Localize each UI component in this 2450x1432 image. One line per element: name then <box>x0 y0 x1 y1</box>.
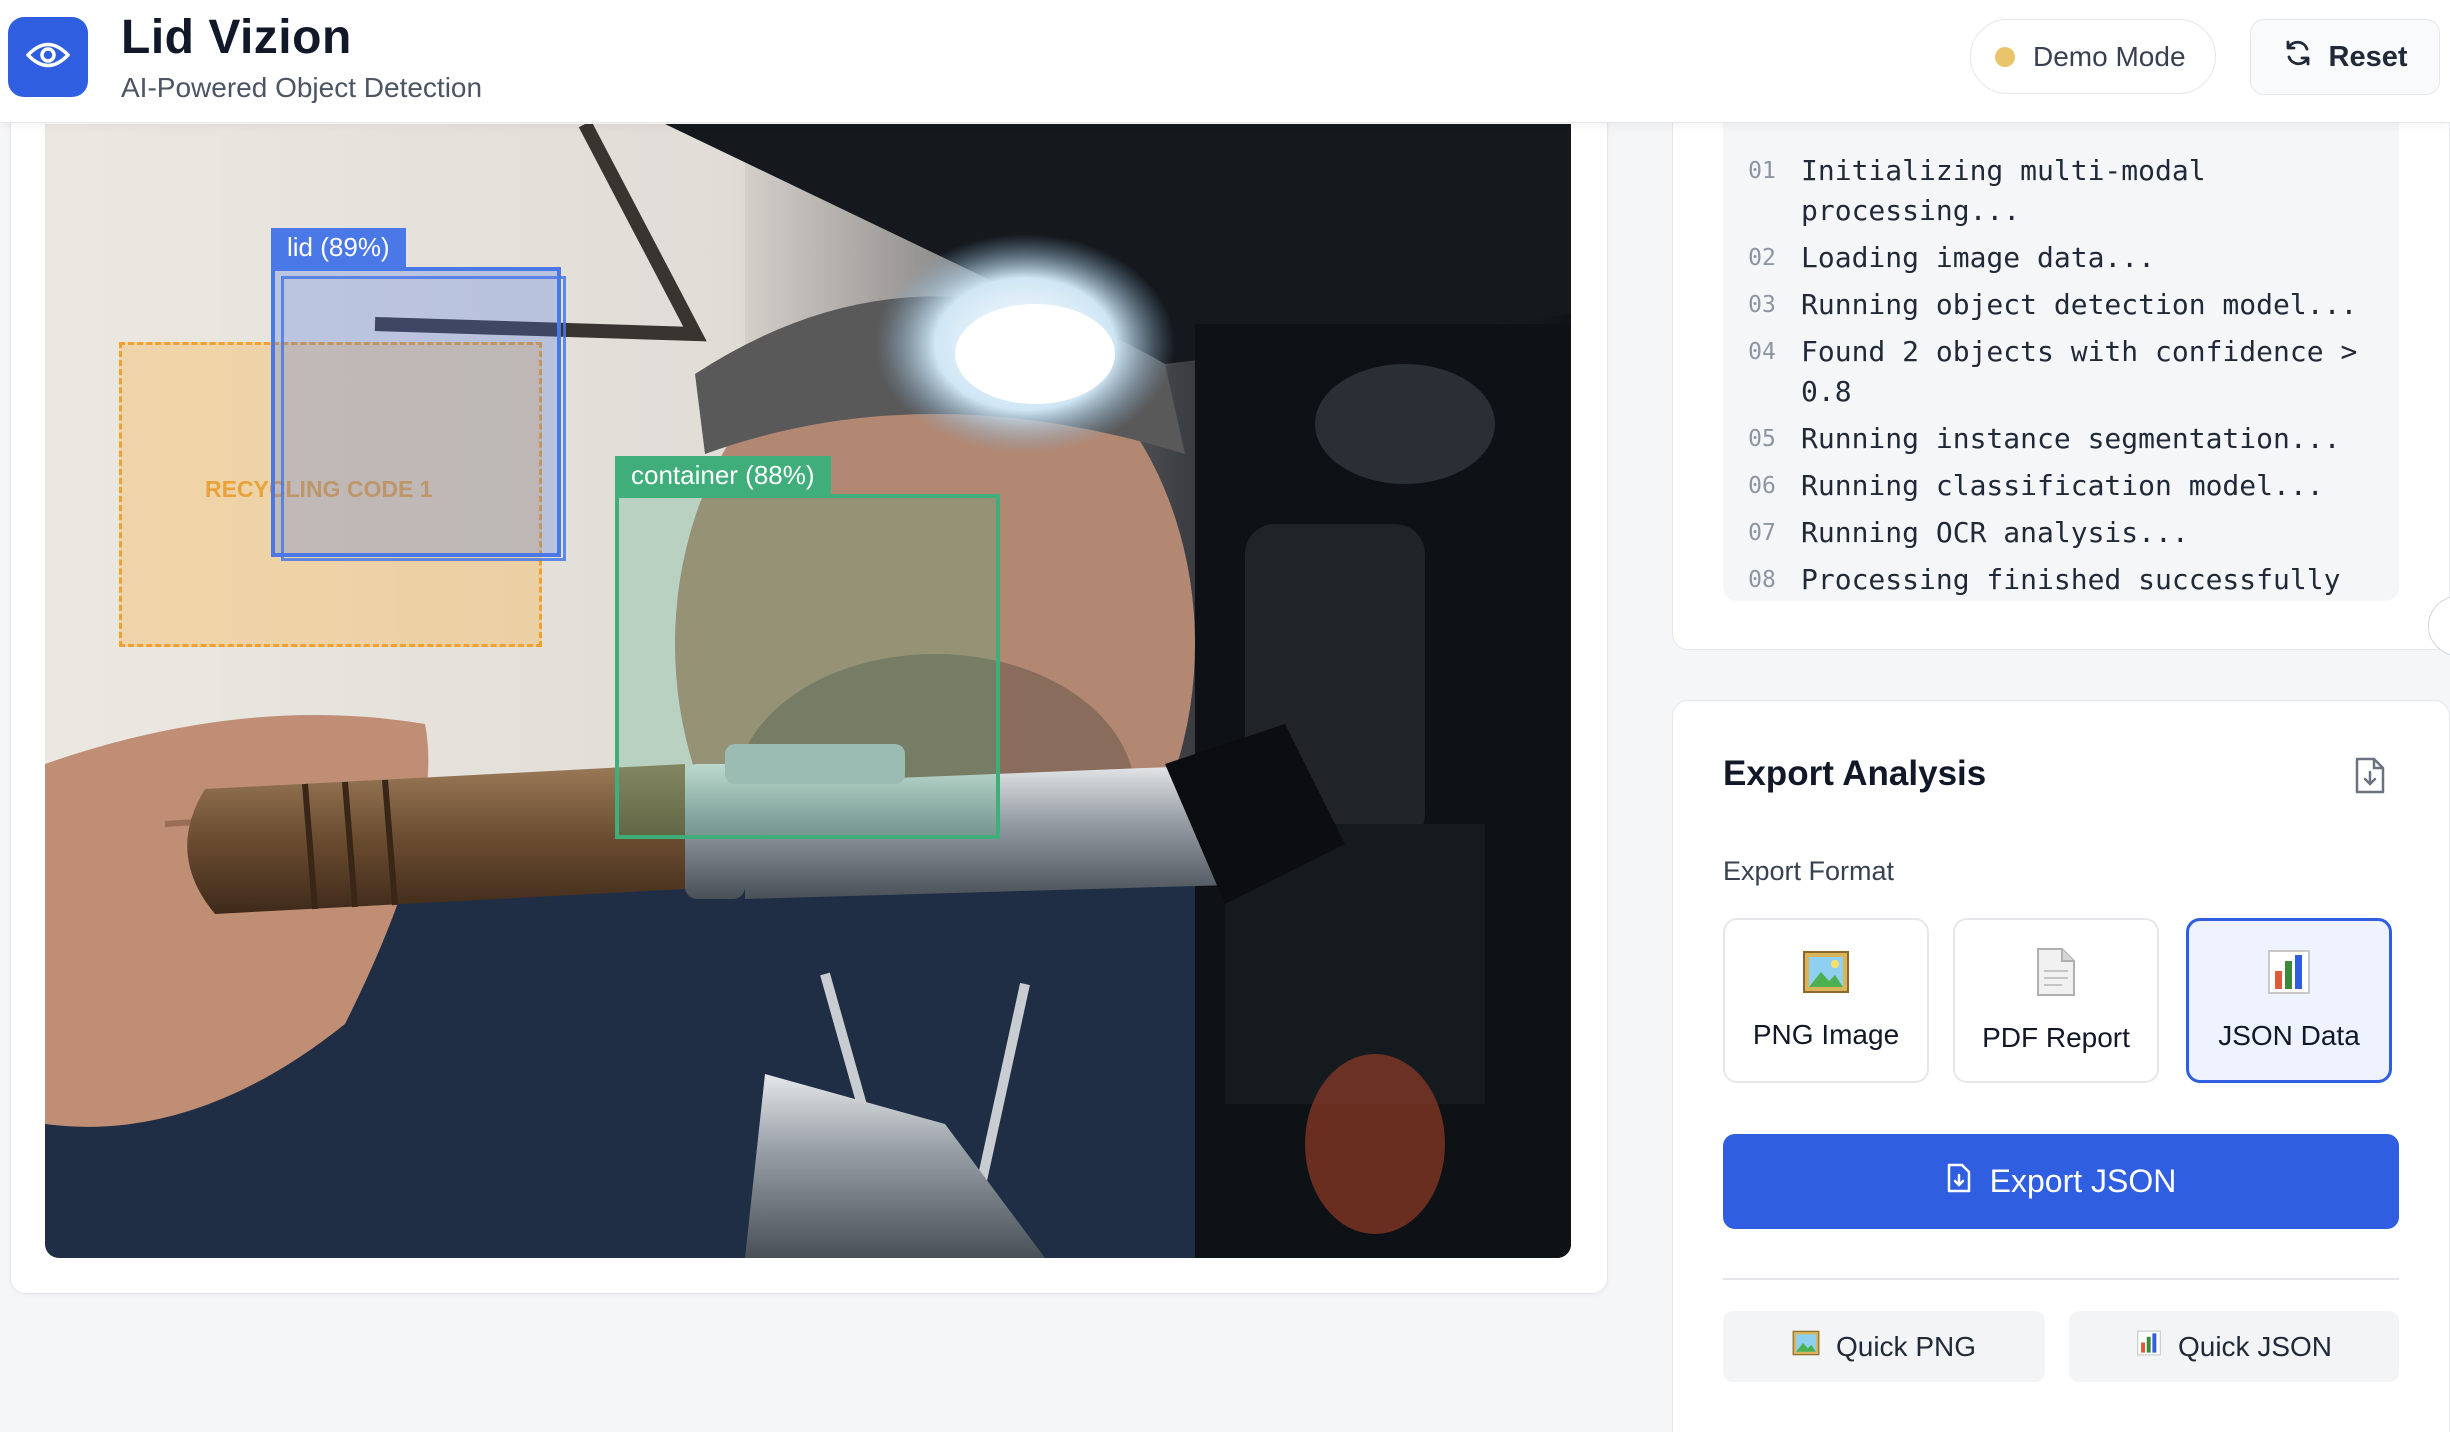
log-line-number: 05 <box>1748 426 1776 452</box>
container-detection-box[interactable] <box>615 494 1000 839</box>
status-dot-icon <box>1995 46 2015 67</box>
divider <box>1723 1278 2399 1280</box>
reset-label: Reset <box>2328 40 2408 73</box>
reset-button[interactable]: Reset <box>2250 19 2440 95</box>
log-line: 05 Running instance segmentation... <box>1723 419 2399 459</box>
log-line-text: Processing finished successfully <box>1801 563 2341 596</box>
log-line-text: Found 2 objects with confidence > 0.8 <box>1801 335 2358 408</box>
quick-json-label: Quick JSON <box>2177 1330 2333 1362</box>
format-option-json[interactable]: JSON Data <box>2186 918 2392 1083</box>
log-line-number: 07 <box>1748 520 1776 546</box>
log-line: 08 Processing finished successfully <box>1723 560 2399 600</box>
lid-detection-outline <box>281 276 566 561</box>
app-logo[interactable] <box>8 17 88 97</box>
log-line-number: 03 <box>1748 292 1776 318</box>
document-icon <box>2034 947 2078 1004</box>
export-title: Export Analysis <box>1723 754 1987 793</box>
log-line: 03 Running object detection model... <box>1723 285 2399 325</box>
lid-detection-label: lid (89%) <box>271 228 406 270</box>
log-line: 02 Loading image data... <box>1723 238 2399 278</box>
log-list: 01 Initializing multi-modal processing..… <box>1723 151 2399 601</box>
log-line-text: Running OCR analysis... <box>1801 516 2189 549</box>
format-option-pdf[interactable]: PDF Report <box>1953 918 2159 1083</box>
export-format-label: Export Format <box>1723 856 1895 886</box>
bar-chart-icon <box>2267 949 2311 1002</box>
app-header: Lid Vizion AI-Powered Object Detection D… <box>0 0 2450 123</box>
export-json-button[interactable]: Export JSON <box>1723 1134 2399 1229</box>
quick-png-button[interactable]: Quick PNG <box>1723 1311 2045 1382</box>
app-title: Lid Vizion <box>121 11 352 64</box>
format-option-label: PNG Image <box>1752 1019 1900 1050</box>
log-line-number: 08 <box>1748 567 1776 593</box>
log-line-text: Running object detection model... <box>1801 288 2358 321</box>
log-line-text: Running instance segmentation... <box>1801 422 2341 455</box>
container-detection-label: container (88%) <box>615 456 831 496</box>
format-option-png[interactable]: PNG Image <box>1723 918 1929 1083</box>
bar-chart-icon <box>2136 1330 2162 1363</box>
export-button-label: Export JSON <box>1989 1163 2177 1199</box>
document-download-icon <box>1946 1163 1972 1201</box>
analyzed-photo: RECYCLING CODE 1 lid (89%) container (88… <box>45 124 1571 1258</box>
image-card: RECYCLING CODE 1 lid (89%) container (88… <box>10 100 1608 1294</box>
log-line: 07 Running OCR analysis... <box>1723 513 2399 553</box>
document-download-icon[interactable] <box>2353 757 2387 800</box>
eye-icon <box>26 40 70 75</box>
quick-png-label: Quick PNG <box>1835 1330 1977 1362</box>
demo-mode-indicator[interactable]: Demo Mode <box>1970 19 2216 94</box>
log-line-text: Loading image data... <box>1801 241 2156 274</box>
log-line-number: 02 <box>1748 245 1776 271</box>
refresh-icon <box>2283 38 2313 76</box>
log-line: 01 Initializing multi-modal processing..… <box>1723 151 2399 231</box>
log-line-number: 04 <box>1748 339 1776 365</box>
quick-json-button[interactable]: Quick JSON <box>2069 1311 2399 1382</box>
processing-log-card: 01 Initializing multi-modal processing..… <box>1672 60 2450 650</box>
log-line: 04 Found 2 objects with confidence > 0.8 <box>1723 332 2399 412</box>
picture-icon <box>1802 950 1850 1001</box>
processing-log[interactable]: 01 Initializing multi-modal processing..… <box>1723 101 2399 601</box>
app-root: RECYCLING CODE 1 lid (89%) container (88… <box>0 0 2450 1432</box>
format-option-label: PDF Report <box>1982 1022 2130 1053</box>
export-analysis-card: Export Analysis Export Format PNG Image <box>1672 700 2450 1432</box>
log-line-text: Initializing multi-modal processing... <box>1801 154 2206 227</box>
log-line-number: 01 <box>1748 158 1776 184</box>
format-option-label: JSON Data <box>2218 1020 2360 1051</box>
log-line: 06 Running classification model... <box>1723 466 2399 506</box>
demo-mode-label: Demo Mode <box>2033 40 2186 72</box>
picture-icon <box>1792 1330 1820 1363</box>
log-line-text: Running classification model... <box>1801 469 2324 502</box>
app-subtitle: AI-Powered Object Detection <box>121 72 483 103</box>
log-line-number: 06 <box>1748 473 1776 499</box>
